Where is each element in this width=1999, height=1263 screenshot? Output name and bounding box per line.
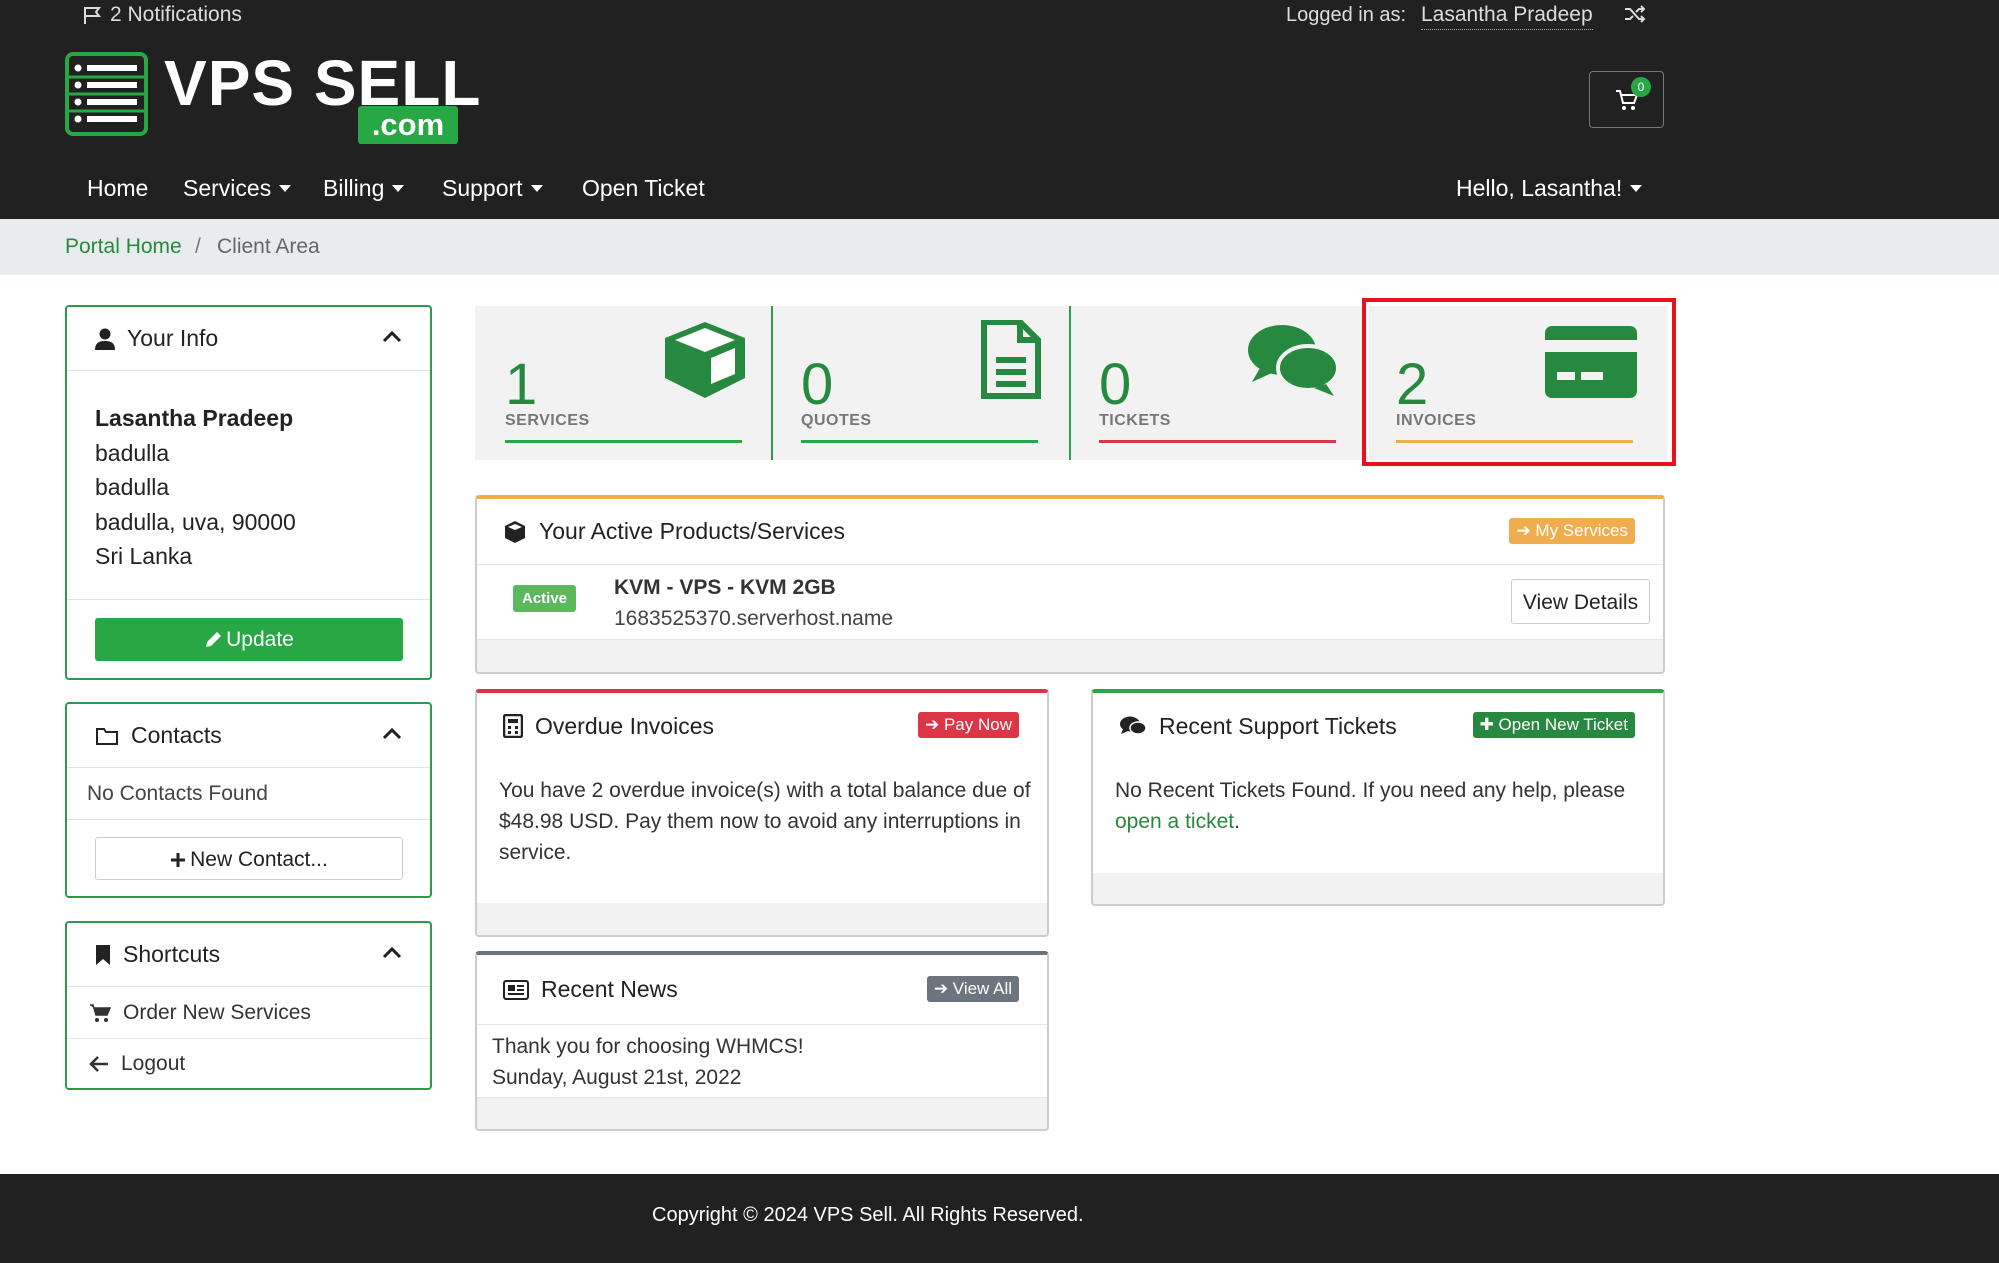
services-underline <box>505 440 742 443</box>
services-label: SERVICES <box>505 412 590 429</box>
logged-in-label: Logged in as: <box>1286 4 1407 26</box>
stat-tile-tickets[interactable]: 0 TICKETS <box>1071 306 1367 460</box>
overdue-text: You have 2 overdue invoice(s) with a tot… <box>499 779 1031 864</box>
invoices-highlight-box <box>1362 298 1676 466</box>
stat-tile-services[interactable]: 1 SERVICES <box>475 306 771 460</box>
info-country: Sri Lanka <box>95 543 193 569</box>
copyright-text: Copyright © 2024 VPS Sell. All Rights Re… <box>652 1204 1084 1226</box>
your-info-header[interactable]: Your Info <box>67 307 430 371</box>
tickets-underline <box>1099 440 1336 443</box>
info-name: Lasantha Pradeep <box>95 405 294 431</box>
folder-icon <box>95 726 119 746</box>
caret-down-icon <box>392 185 405 192</box>
nav-billing[interactable]: Billing <box>323 175 405 202</box>
new-contact-button[interactable]: New Contact... <box>95 837 403 880</box>
info-address-3: badulla, uva, 90000 <box>95 508 296 535</box>
plus-icon <box>170 852 186 868</box>
chevron-up-icon[interactable] <box>382 329 402 343</box>
panel-footer <box>477 639 1663 672</box>
cart-icon <box>89 1003 111 1023</box>
active-products-panel: Your Active Products/Services ➔ My Servi… <box>475 495 1665 674</box>
quotes-label: QUOTES <box>801 412 872 429</box>
breadcrumb-current: Client Area <box>217 235 320 258</box>
cube-icon <box>663 320 747 400</box>
contacts-empty-text: No Contacts Found <box>67 768 430 820</box>
recent-news-header: Recent News ➔ View All <box>477 955 1047 1025</box>
support-tickets-panel: Recent Support Tickets ✚ Open New Ticket… <box>1091 689 1665 906</box>
comments-icon <box>1119 715 1147 737</box>
nav-support[interactable]: Support <box>442 175 543 202</box>
user-icon <box>95 328 115 350</box>
overdue-invoices-panel: Overdue Invoices ➔ Pay Now You have 2 ov… <box>475 689 1049 937</box>
my-services-button[interactable]: ➔ My Services <box>1509 518 1635 544</box>
view-details-button[interactable]: View Details <box>1511 579 1650 624</box>
notifications-link[interactable]: 2 Notifications <box>82 3 242 27</box>
nav-services[interactable]: Services <box>183 175 292 202</box>
quotes-count: 0 <box>801 352 834 417</box>
nav-user-menu[interactable]: Hello, Lasantha! <box>1456 175 1643 202</box>
document-icon <box>980 320 1042 400</box>
services-count: 1 <box>505 352 538 417</box>
view-all-news-button[interactable]: ➔ View All <box>926 976 1019 1002</box>
your-info-card: Your Info Lasantha Pradeep badulla badul… <box>65 305 432 680</box>
info-address-2: badulla <box>95 474 170 500</box>
support-tickets-header: Recent Support Tickets ✚ Open New Ticket <box>1093 693 1663 759</box>
logo-suffix: .com <box>358 106 458 144</box>
contacts-card: Contacts No Contacts Found New Contact..… <box>65 702 432 898</box>
news-date: Sunday, August 21st, 2022 <box>492 1066 742 1089</box>
calculator-icon <box>503 714 523 738</box>
contacts-header[interactable]: Contacts <box>67 704 430 768</box>
info-address-1: badulla <box>95 439 170 466</box>
caret-down-icon <box>279 185 292 192</box>
news-item[interactable]: Thank you for choosing WHMCS! Sunday, Au… <box>492 1031 804 1093</box>
chevron-up-icon[interactable] <box>382 726 402 740</box>
breadcrumb-portal-home[interactable]: Portal Home <box>65 235 182 259</box>
panel-footer <box>477 1097 1047 1129</box>
open-ticket-link[interactable]: open a ticket <box>1115 810 1234 833</box>
comments-icon <box>1246 322 1340 398</box>
tickets-text: No Recent Tickets Found. If you need any… <box>1115 779 1626 833</box>
tickets-count: 0 <box>1099 352 1132 417</box>
panel-footer <box>1093 873 1663 904</box>
arrow-left-icon <box>89 1055 109 1073</box>
bookmark-icon <box>95 944 111 966</box>
shortcuts-header[interactable]: Shortcuts <box>67 923 430 987</box>
caret-down-icon <box>1630 185 1643 192</box>
recent-news-panel: Recent News ➔ View All Thank you for cho… <box>475 951 1049 1131</box>
flag-icon <box>82 5 104 25</box>
logo-server-icon[interactable] <box>65 52 148 136</box>
pencil-icon <box>204 631 222 649</box>
nav-open-ticket[interactable]: Open Ticket <box>582 175 705 202</box>
divider <box>67 599 430 600</box>
caret-down-icon <box>530 185 543 192</box>
pay-now-button[interactable]: ➔ Pay Now <box>918 712 1019 738</box>
site-footer: Copyright © 2024 VPS Sell. All Rights Re… <box>0 1174 1999 1263</box>
active-products-header: Your Active Products/Services ➔ My Servi… <box>477 499 1663 565</box>
chevron-up-icon[interactable] <box>382 945 402 959</box>
tickets-label: TICKETS <box>1099 412 1171 429</box>
cube-icon <box>503 520 527 544</box>
product-host: 1683525370.serverhost.name <box>614 607 894 630</box>
update-button[interactable]: Update <box>95 618 403 661</box>
newspaper-icon <box>503 979 529 1000</box>
quotes-underline <box>801 440 1038 443</box>
logged-in-user-link[interactable]: Lasantha Pradeep <box>1421 3 1593 30</box>
overdue-invoices-header: Overdue Invoices ➔ Pay Now <box>477 693 1047 759</box>
cart-button[interactable]: 0 <box>1589 71 1664 128</box>
shortcut-logout[interactable]: Logout <box>67 1039 430 1089</box>
cart-count-badge: 0 <box>1631 77 1651 97</box>
product-name[interactable]: KVM - VPS - KVM 2GB <box>614 576 836 600</box>
shuffle-icon[interactable] <box>1623 4 1647 24</box>
open-new-ticket-button[interactable]: ✚ Open New Ticket <box>1472 712 1635 738</box>
nav-home[interactable]: Home <box>87 175 148 202</box>
shortcut-order-new-services[interactable]: Order New Services <box>67 987 430 1039</box>
breadcrumb-separator: / <box>195 235 201 258</box>
shortcuts-card: Shortcuts Order New Services Logout <box>65 921 432 1090</box>
news-headline: Thank you for choosing WHMCS! <box>492 1035 804 1058</box>
status-badge: Active <box>513 585 577 612</box>
panel-footer <box>477 903 1047 935</box>
stat-tile-quotes[interactable]: 0 QUOTES <box>773 306 1069 460</box>
